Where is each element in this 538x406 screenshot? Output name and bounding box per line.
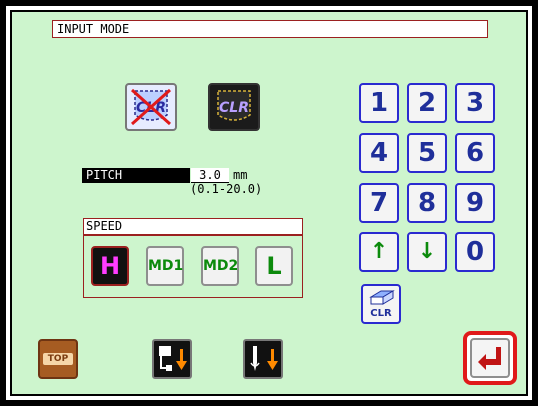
up-arrow-key[interactable]: ↑ xyxy=(359,232,399,272)
top-label: TOP xyxy=(43,353,73,365)
key-3[interactable]: 3 xyxy=(455,83,495,123)
pitch-value-field[interactable]: 3.0 xyxy=(191,168,229,183)
mode-title-bar: INPUT MODE xyxy=(52,20,488,38)
mode-title: INPUT MODE xyxy=(57,22,130,36)
key-2[interactable]: 2 xyxy=(407,83,447,123)
needle-feed-icon xyxy=(159,346,187,371)
pocket-clr-text: CLR xyxy=(219,100,249,116)
key-9[interactable]: 9 xyxy=(455,183,495,223)
speed-l-button[interactable]: L xyxy=(255,246,293,286)
key-1[interactable]: 1 xyxy=(359,83,399,123)
pitch-label: PITCH xyxy=(82,168,190,183)
speed-md2-button[interactable]: MD2 xyxy=(201,246,239,286)
pocket-clr-button[interactable]: CLR xyxy=(208,83,260,131)
key-0[interactable]: 0 xyxy=(455,232,495,272)
down-arrow-key[interactable]: ↓ xyxy=(407,232,447,272)
clear-button[interactable]: CLR xyxy=(361,284,401,324)
key-7[interactable]: 7 xyxy=(359,183,399,223)
enter-button-face xyxy=(470,338,510,378)
pocket-clr-icon: CLR xyxy=(217,90,251,121)
key-4[interactable]: 4 xyxy=(359,133,399,173)
key-5[interactable]: 5 xyxy=(407,133,447,173)
top-button[interactable]: TOP xyxy=(38,339,78,379)
stitch-down-button[interactable] xyxy=(152,339,192,379)
eraser-icon xyxy=(369,290,395,305)
needle-down-button[interactable] xyxy=(243,339,283,379)
panel-screen: INPUT MODE CLR CLR PITCH 3.0 mm (0.1-20.… xyxy=(10,10,528,396)
clear-label: CLR xyxy=(370,308,392,319)
pocket-clr-crossed-icon: CLR xyxy=(130,88,172,126)
speed-md1-button[interactable]: MD1 xyxy=(146,246,184,286)
speed-options-panel: H MD1 MD2 L xyxy=(83,235,303,298)
speed-title: SPEED xyxy=(83,218,303,235)
speed-group: SPEED H MD1 MD2 L xyxy=(83,218,303,304)
pitch-range: (0.1-20.0) xyxy=(190,182,263,196)
key-6[interactable]: 6 xyxy=(455,133,495,173)
enter-button[interactable] xyxy=(463,331,517,385)
pitch-unit: mm xyxy=(233,168,248,182)
enter-return-icon xyxy=(478,347,501,370)
pocket-clr-disabled-button[interactable]: CLR xyxy=(125,83,177,131)
key-8[interactable]: 8 xyxy=(407,183,447,223)
speed-h-button[interactable]: H xyxy=(91,246,129,286)
needle-down-icon xyxy=(250,346,278,371)
